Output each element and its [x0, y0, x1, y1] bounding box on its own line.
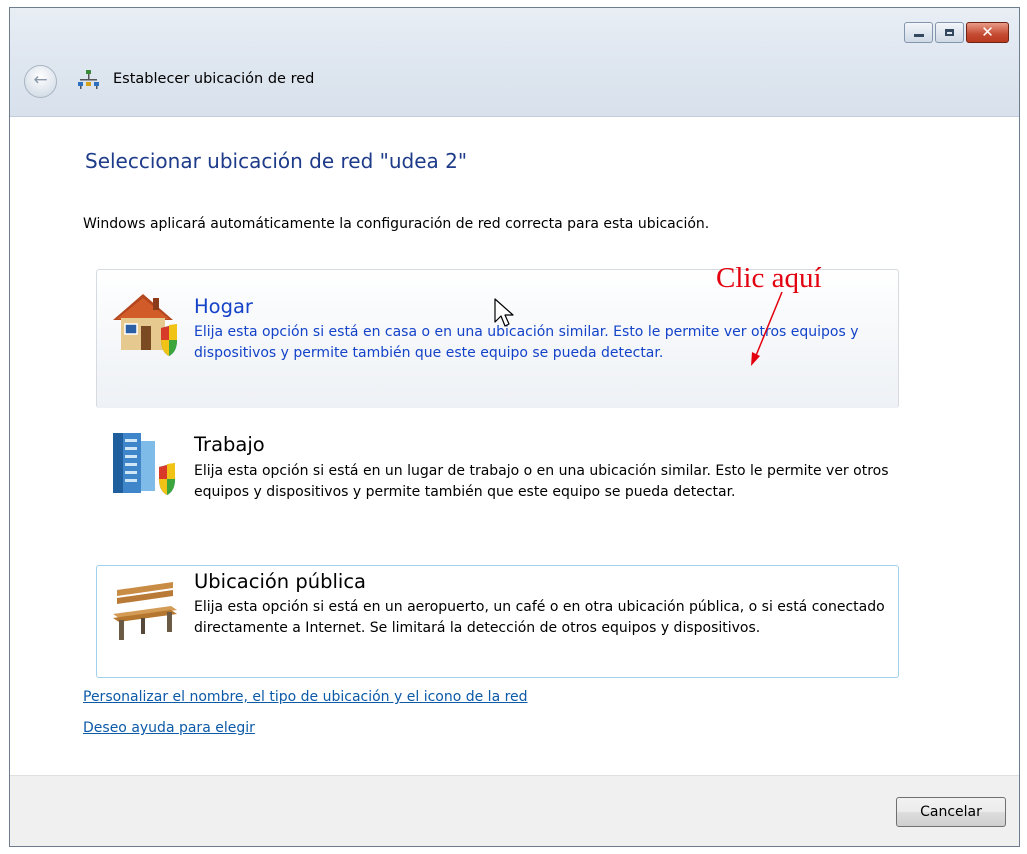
option-publica-title: Ubicación pública [194, 570, 366, 593]
maximize-icon [945, 29, 954, 36]
back-button[interactable]: ← [24, 65, 57, 98]
dialog-footer: Cancelar [10, 775, 1019, 846]
window-title: Establecer ubicación de red [113, 71, 315, 87]
close-button[interactable]: ✕ [966, 22, 1009, 43]
network-location-dialog: ✕ ← Establecer ubicación de red Seleccio… [9, 7, 1020, 847]
office-building-icon [113, 433, 175, 495]
minimize-button[interactable] [904, 22, 933, 43]
intro-text: Windows aplicará automáticamente la conf… [83, 216, 710, 232]
mouse-pointer-icon [494, 298, 514, 327]
maximize-button[interactable] [935, 22, 964, 43]
option-trabajo-title: Trabajo [194, 433, 265, 456]
option-ubicacion-publica[interactable]: Ubicación pública Elija esta opción si e… [96, 565, 899, 678]
annotation-arrow-icon [751, 291, 783, 366]
network-icon [78, 70, 99, 89]
close-icon: ✕ [981, 23, 994, 41]
help-choose-link[interactable]: Deseo ayuda para elegir [83, 720, 255, 736]
cancel-button[interactable]: Cancelar [896, 797, 1006, 827]
option-publica-description: Elija esta opción si está en un aeropuer… [194, 599, 885, 636]
option-trabajo-description: Elija esta opción si está en un lugar de… [194, 463, 889, 500]
caption-buttons: ✕ [902, 22, 1009, 43]
title-bar: ✕ ← Establecer ubicación de red [10, 8, 1019, 117]
house-icon [113, 294, 177, 356]
park-bench-icon [113, 582, 177, 640]
back-arrow-icon: ← [33, 70, 48, 90]
minimize-icon [913, 34, 924, 37]
option-hogar-title: Hogar [194, 295, 253, 318]
customize-network-link[interactable]: Personalizar el nombre, el tipo de ubica… [83, 689, 528, 705]
option-trabajo[interactable]: Trabajo Elija esta opción si está en un … [96, 420, 899, 540]
page-heading: Seleccionar ubicación de red "udea 2" [85, 149, 468, 173]
